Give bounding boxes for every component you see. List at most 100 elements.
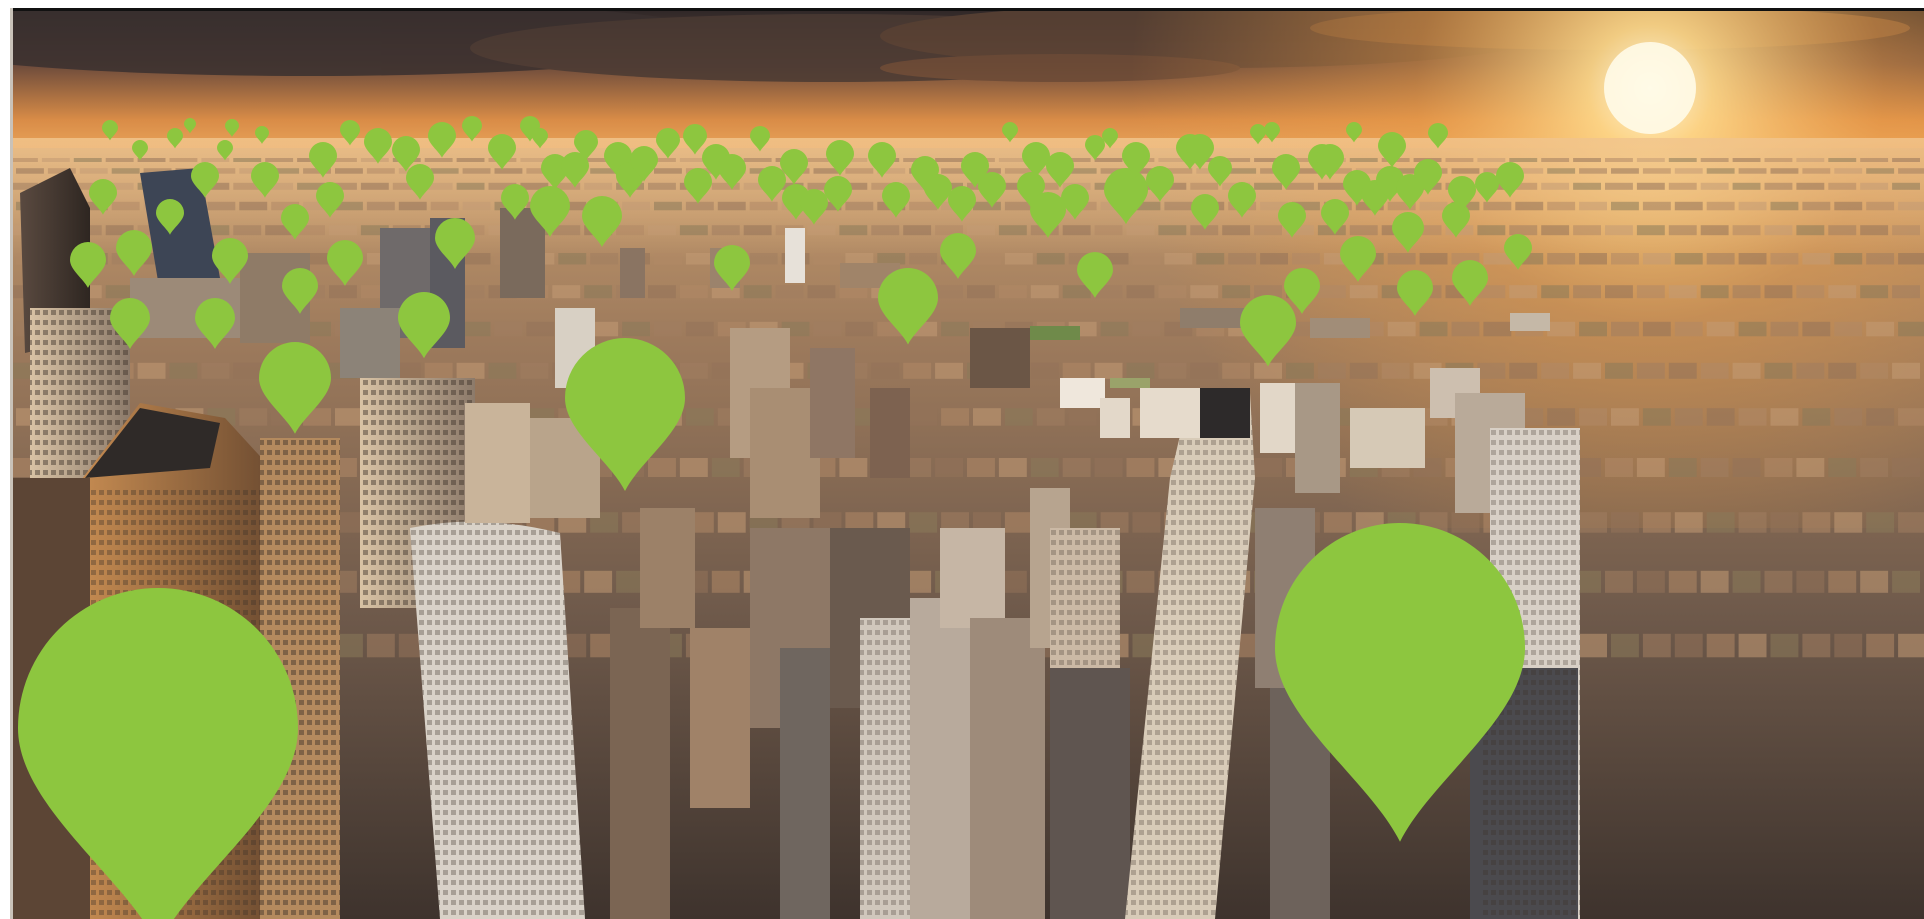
city-block: [1636, 225, 1665, 236]
city-block: [1732, 570, 1761, 593]
frame-left-border: [10, 8, 13, 919]
city-block: [1898, 408, 1924, 426]
city-block: [998, 285, 1027, 299]
city-block: [1706, 168, 1735, 174]
city-block: [973, 408, 1001, 426]
city-block: [1451, 321, 1480, 337]
city-block: [1770, 201, 1799, 211]
city-block: [1483, 201, 1512, 211]
city-block: [1387, 321, 1416, 337]
city-block: [1828, 362, 1857, 379]
city-block: [1802, 512, 1831, 533]
city-block: [1611, 168, 1639, 174]
city-block: [749, 201, 778, 211]
city-block: [1668, 570, 1697, 593]
city-block: [1860, 362, 1889, 379]
city-block: [1674, 253, 1703, 265]
city-block: [679, 458, 708, 477]
city-block: [1541, 158, 1570, 162]
city-block: [1828, 458, 1857, 477]
city-block: [1674, 512, 1703, 533]
city-block: [590, 253, 619, 265]
city-block: [685, 321, 714, 337]
city-block: [1796, 458, 1825, 477]
city-block: [1828, 225, 1857, 236]
city-block: [111, 168, 140, 174]
city-block: [648, 285, 676, 299]
city-block: [1509, 158, 1538, 162]
city-block: [1349, 225, 1378, 236]
city-block: [1706, 321, 1735, 337]
city-block: [1674, 321, 1703, 337]
city-photo: [10, 8, 1924, 919]
frame-top-border: [10, 8, 1924, 11]
city-block: [329, 285, 357, 299]
city-block: [775, 285, 804, 299]
city-block: [1062, 285, 1091, 299]
city-block: [1898, 253, 1924, 265]
city-block: [1828, 158, 1857, 162]
city-block: [909, 512, 938, 533]
city-block: [1834, 168, 1863, 174]
city-block: [1642, 512, 1671, 533]
city-block: [552, 285, 581, 299]
city-block: [1668, 158, 1697, 162]
city-block: [1770, 321, 1799, 337]
city-block: [1579, 633, 1607, 658]
city-block: [1611, 633, 1639, 658]
city-block: [1483, 321, 1512, 337]
city-block: [105, 285, 134, 299]
city-block: [1860, 158, 1889, 162]
city-block: [1732, 182, 1761, 190]
city-block: [1579, 408, 1607, 426]
city-block: [584, 570, 613, 593]
city-block: [1802, 201, 1831, 211]
city-block: [1834, 512, 1863, 533]
city-block: [967, 285, 995, 299]
city-block: [1764, 285, 1793, 299]
city-block: [711, 570, 740, 593]
city-block: [1732, 158, 1761, 162]
city-block: [1292, 253, 1320, 265]
city-block: [648, 182, 676, 190]
city-block: [1636, 158, 1665, 162]
city-block: [845, 321, 874, 337]
city-block: [105, 158, 134, 162]
city-block: [456, 182, 485, 190]
city-block: [711, 225, 740, 236]
city-block: [1898, 633, 1924, 658]
city-block: [717, 201, 746, 211]
city-block: [1158, 362, 1187, 379]
city-block: [998, 458, 1027, 477]
city-block: [1738, 408, 1767, 426]
city-block: [1611, 253, 1639, 265]
city-block: [1228, 168, 1257, 174]
city-block: [1547, 408, 1576, 426]
city-block: [1164, 201, 1193, 211]
city-block: [1579, 253, 1607, 265]
city-block: [1770, 253, 1799, 265]
city-block: [335, 408, 363, 426]
city-block: [265, 158, 294, 162]
city-block: [1866, 168, 1895, 174]
city-block: [1770, 512, 1799, 533]
city-block: [1547, 201, 1576, 211]
city-block: [1834, 253, 1863, 265]
city-block: [1706, 408, 1735, 426]
city-block: [462, 201, 491, 211]
city-block: [424, 158, 453, 162]
city-block: [1317, 285, 1346, 299]
city-block: [1700, 362, 1729, 379]
city-block: [1387, 253, 1416, 265]
city-block: [1062, 225, 1091, 236]
city-block: [1738, 512, 1767, 533]
city-block: [1642, 168, 1671, 174]
city-block: [1158, 225, 1187, 236]
city-block: [622, 321, 650, 337]
city-block: [648, 225, 676, 236]
city-block: [207, 201, 236, 211]
city-block: [654, 168, 682, 174]
city-block: [1834, 408, 1863, 426]
city-block: [1190, 362, 1219, 379]
city-block: [1451, 168, 1480, 174]
